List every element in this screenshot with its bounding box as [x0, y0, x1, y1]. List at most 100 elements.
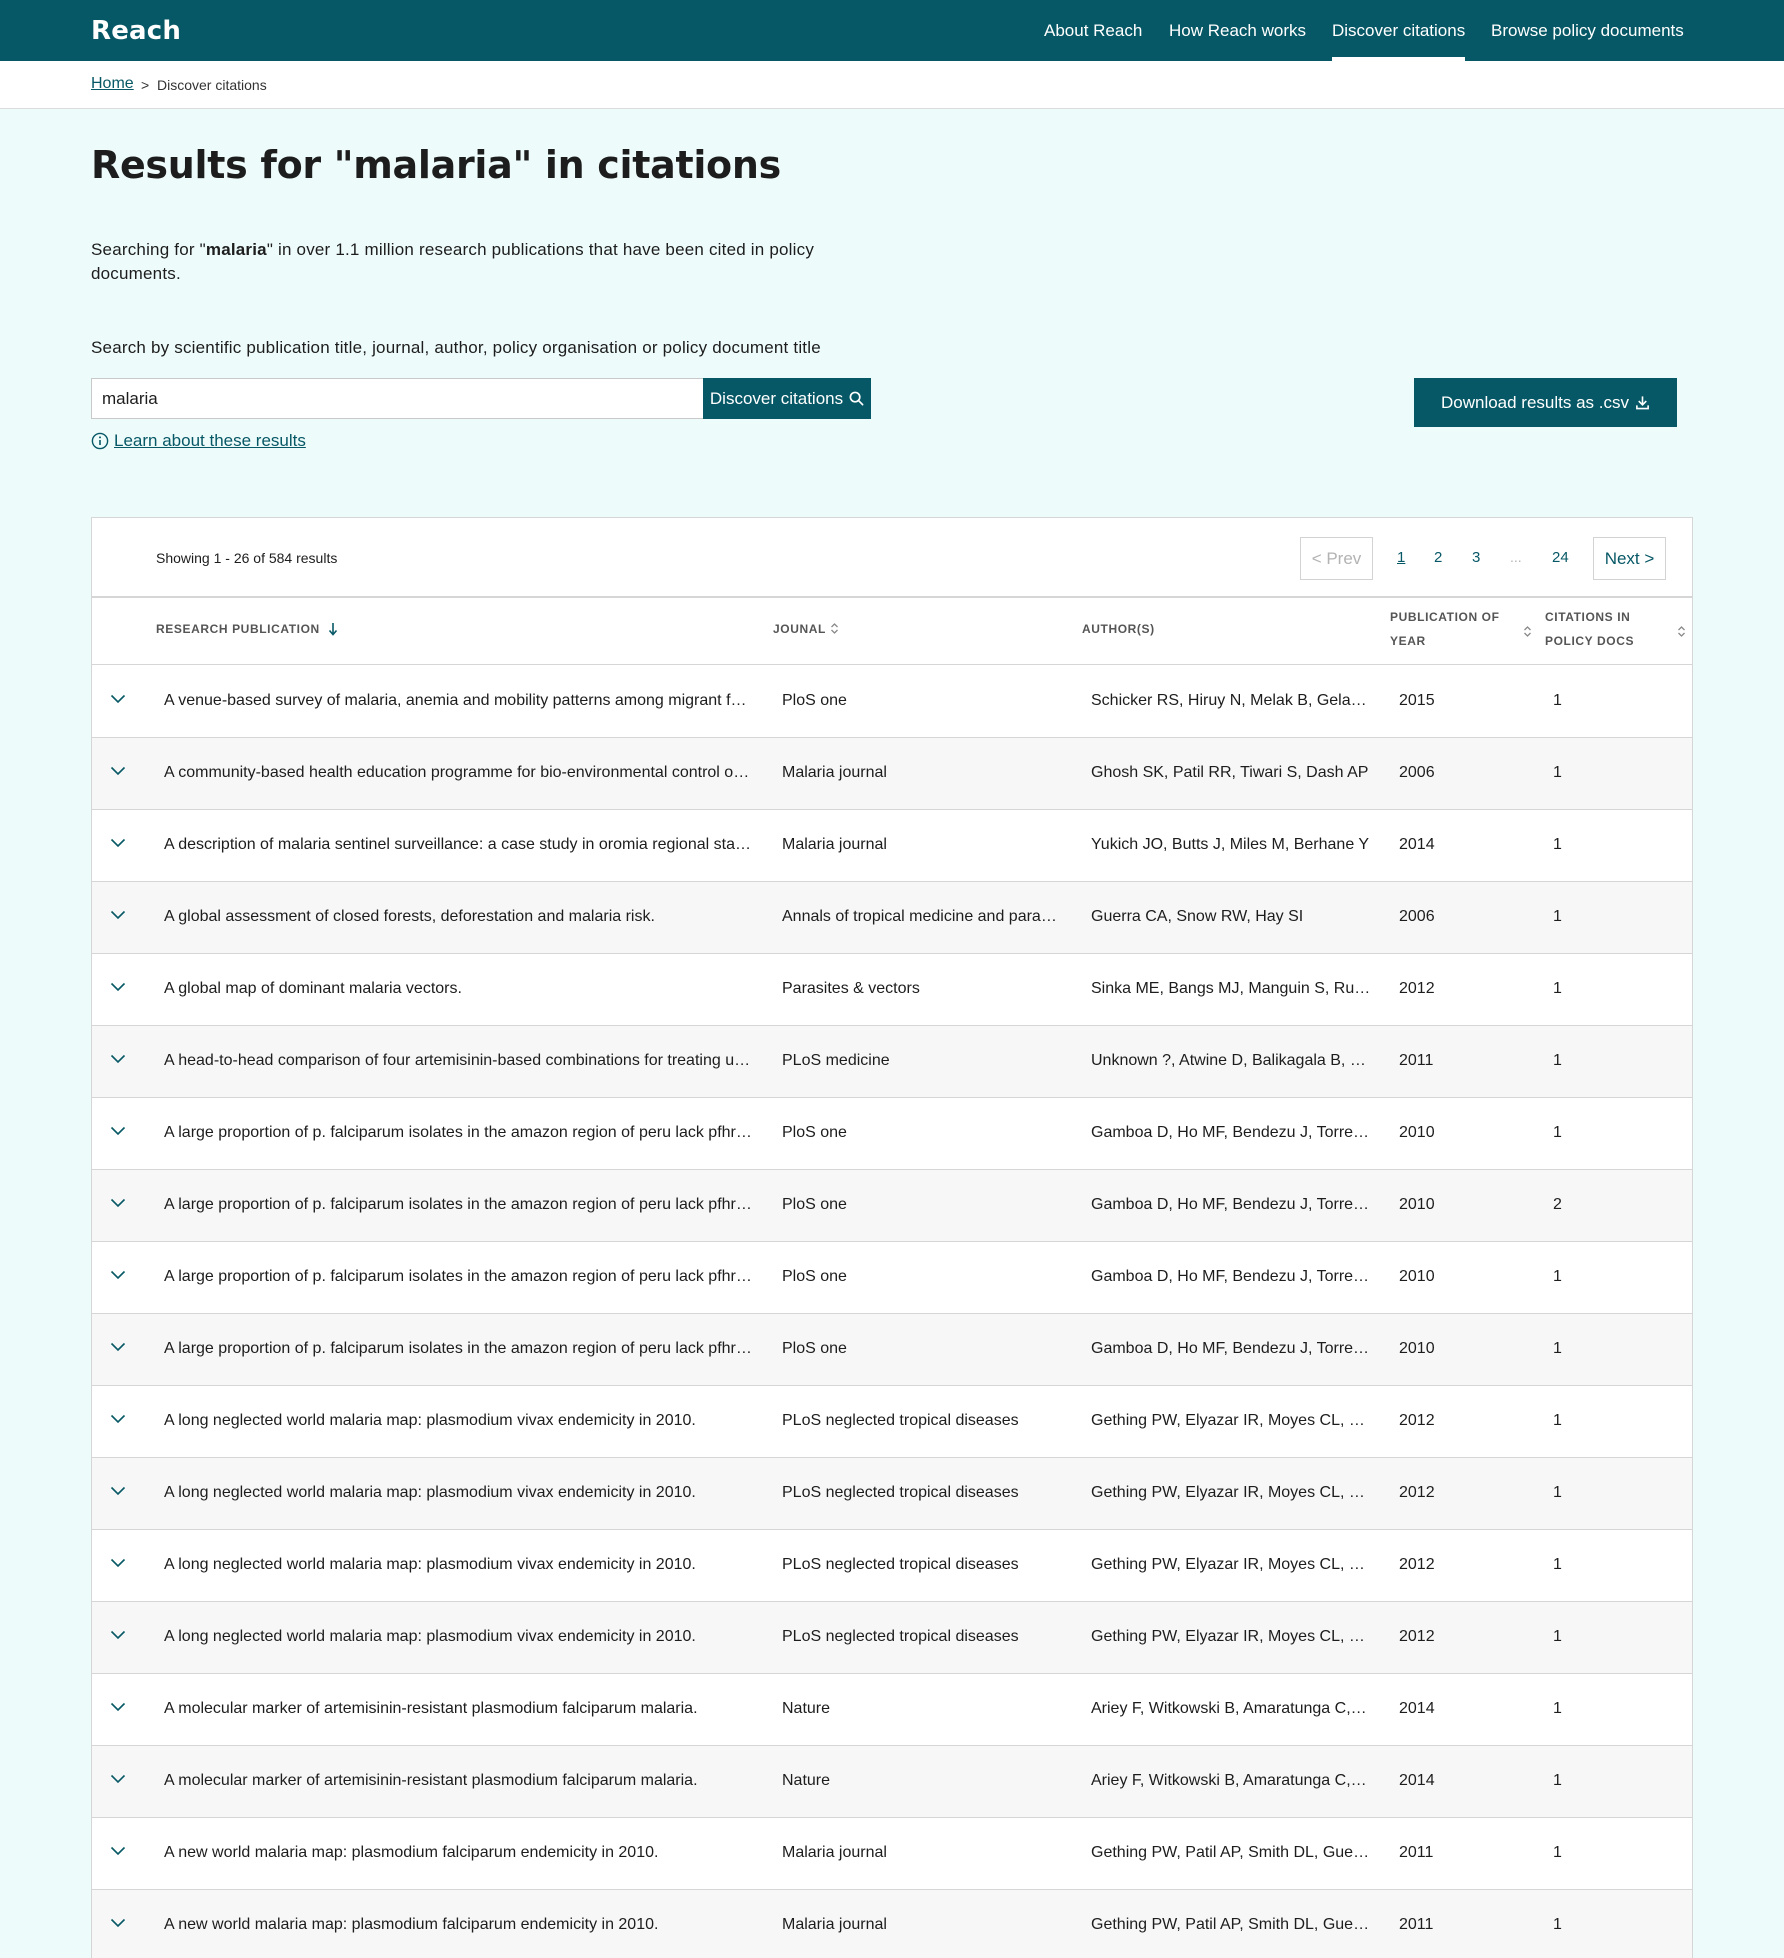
- chevron-down-icon[interactable]: [110, 910, 126, 920]
- authors: Gething PW, Patil AP, Smith DL, Guerra C…: [1091, 1916, 1371, 1933]
- authors: Yukich JO, Butts J, Miles M, Berhane Y: [1091, 836, 1370, 853]
- chevron-down-icon[interactable]: [110, 1054, 126, 1064]
- table-row[interactable]: A community-based health education progr…: [92, 738, 1692, 810]
- authors: Gamboa D, Ho MF, Bendezu J, Torres K: [1091, 1340, 1371, 1357]
- journal-name: Nature: [782, 1772, 831, 1789]
- chevron-down-icon[interactable]: [110, 1126, 126, 1136]
- pagination-page-3[interactable]: 3: [1472, 549, 1480, 566]
- column-header-year[interactable]: PUBLICATION OF YEAR: [1390, 605, 1500, 653]
- table-row[interactable]: A new world malaria map: plasmodium falc…: [92, 1890, 1692, 1958]
- table-row[interactable]: A head-to-head comparison of four artemi…: [92, 1026, 1692, 1098]
- table-row[interactable]: A large proportion of p. falciparum isol…: [92, 1170, 1692, 1242]
- discover-citations-button[interactable]: Discover citations: [703, 378, 871, 419]
- brand-logo[interactable]: Reach: [91, 16, 181, 46]
- nav-how-reach-works[interactable]: How Reach works: [1169, 21, 1306, 41]
- chevron-down-icon[interactable]: [110, 1414, 126, 1424]
- chevron-down-icon[interactable]: [110, 838, 126, 848]
- publication-title[interactable]: A molecular marker of artemisinin-resist…: [164, 1772, 752, 1790]
- chevron-down-icon[interactable]: [110, 1846, 126, 1856]
- chevron-down-icon[interactable]: [110, 1342, 126, 1352]
- sort-toggle-icon[interactable]: [1677, 625, 1686, 638]
- publication-title[interactable]: A global assessment of closed forests, d…: [164, 908, 752, 926]
- nav-discover-citations[interactable]: Discover citations: [1332, 21, 1466, 61]
- publication-title[interactable]: A description of malaria sentinel survei…: [164, 836, 752, 854]
- chevron-down-icon[interactable]: [110, 982, 126, 992]
- table-row[interactable]: A global map of dominant malaria vectors…: [92, 954, 1692, 1026]
- journal-name: PloS one: [782, 1124, 847, 1141]
- citation-count: 1: [1553, 980, 1562, 997]
- table-row[interactable]: A long neglected world malaria map: plas…: [92, 1530, 1692, 1602]
- publication-title[interactable]: A large proportion of p. falciparum isol…: [164, 1340, 752, 1358]
- column-header-authors: AUTHOR(S): [1082, 622, 1155, 636]
- breadcrumb-home-link[interactable]: Home: [91, 75, 134, 93]
- citation-count: 1: [1553, 1124, 1562, 1141]
- results-count: Showing 1 - 26 of 584 results: [156, 550, 338, 566]
- table-row[interactable]: A long neglected world malaria map: plas…: [92, 1602, 1692, 1674]
- chevron-down-icon[interactable]: [110, 1558, 126, 1568]
- journal-name: PLoS neglected tropical diseases: [782, 1412, 1019, 1429]
- citation-count: 1: [1553, 1052, 1562, 1069]
- chevron-down-icon[interactable]: [110, 1486, 126, 1496]
- publication-title[interactable]: A molecular marker of artemisinin-resist…: [164, 1700, 752, 1718]
- pagination-page-2[interactable]: 2: [1434, 549, 1442, 566]
- column-header-citations[interactable]: CITATIONS IN POLICY DOCS: [1545, 605, 1634, 653]
- table-row[interactable]: A molecular marker of artemisinin-resist…: [92, 1746, 1692, 1818]
- top-navigation-bar: Reach About Reach How Reach works Discov…: [0, 0, 1784, 61]
- table-row[interactable]: A global assessment of closed forests, d…: [92, 882, 1692, 954]
- table-row[interactable]: A long neglected world malaria map: plas…: [92, 1386, 1692, 1458]
- chevron-down-icon[interactable]: [110, 694, 126, 704]
- journal-name: PLoS neglected tropical diseases: [782, 1484, 1019, 1501]
- search-input[interactable]: [91, 378, 704, 419]
- publication-title[interactable]: A long neglected world malaria map: plas…: [164, 1412, 752, 1430]
- pagination-page-last[interactable]: 24: [1552, 549, 1569, 566]
- publication-title[interactable]: A large proportion of p. falciparum isol…: [164, 1196, 752, 1214]
- table-row[interactable]: A large proportion of p. falciparum isol…: [92, 1098, 1692, 1170]
- table-row[interactable]: A description of malaria sentinel survei…: [92, 810, 1692, 882]
- chevron-down-icon[interactable]: [110, 766, 126, 776]
- publication-title[interactable]: A new world malaria map: plasmodium falc…: [164, 1844, 752, 1862]
- publication-title[interactable]: A long neglected world malaria map: plas…: [164, 1628, 752, 1646]
- publication-title[interactable]: A long neglected world malaria map: plas…: [164, 1556, 752, 1574]
- pagination-page-1[interactable]: 1: [1397, 549, 1405, 566]
- pagination-prev-button[interactable]: < Prev: [1300, 537, 1373, 580]
- journal-name: PloS one: [782, 692, 847, 709]
- publication-title[interactable]: A venue-based survey of malaria, anemia …: [164, 692, 752, 710]
- column-header-journal[interactable]: JOUNAL: [773, 617, 839, 641]
- table-row[interactable]: A large proportion of p. falciparum isol…: [92, 1242, 1692, 1314]
- journal-name: Malaria journal: [782, 1844, 887, 1861]
- publication-title[interactable]: A large proportion of p. falciparum isol…: [164, 1124, 752, 1142]
- citation-count: 1: [1553, 1484, 1562, 1501]
- publication-title[interactable]: A community-based health education progr…: [164, 764, 752, 782]
- citation-count: 1: [1553, 692, 1562, 709]
- chevron-down-icon[interactable]: [110, 1198, 126, 1208]
- table-row[interactable]: A large proportion of p. falciparum isol…: [92, 1314, 1692, 1386]
- publication-title[interactable]: A head-to-head comparison of four artemi…: [164, 1052, 752, 1070]
- chevron-down-icon[interactable]: [110, 1774, 126, 1784]
- publication-title[interactable]: A global map of dominant malaria vectors…: [164, 980, 752, 998]
- pagination-next-button[interactable]: Next >: [1593, 537, 1666, 580]
- search-icon: [849, 391, 864, 406]
- sort-toggle-icon[interactable]: [1523, 625, 1532, 638]
- table-row[interactable]: A venue-based survey of malaria, anemia …: [92, 666, 1692, 738]
- download-csv-button[interactable]: Download results as .csv: [1414, 378, 1677, 427]
- breadcrumb-separator: >: [141, 77, 150, 93]
- column-header-citations-line2: POLICY DOCS: [1545, 634, 1635, 648]
- publication-title[interactable]: A large proportion of p. falciparum isol…: [164, 1268, 752, 1286]
- publication-year: 2010: [1399, 1124, 1435, 1141]
- publication-title[interactable]: A new world malaria map: plasmodium falc…: [164, 1916, 752, 1934]
- nav-browse-policy-documents[interactable]: Browse policy documents: [1491, 21, 1684, 41]
- journal-name: PloS one: [782, 1268, 847, 1285]
- chevron-down-icon[interactable]: [110, 1270, 126, 1280]
- column-header-publication[interactable]: RESEARCH PUBLICATION: [156, 617, 337, 641]
- chevron-down-icon[interactable]: [110, 1702, 126, 1712]
- nav-about-reach[interactable]: About Reach: [1044, 21, 1142, 41]
- chevron-down-icon[interactable]: [110, 1630, 126, 1640]
- chevron-down-icon[interactable]: [110, 1918, 126, 1928]
- table-row[interactable]: A new world malaria map: plasmodium falc…: [92, 1818, 1692, 1890]
- publication-title[interactable]: A long neglected world malaria map: plas…: [164, 1484, 752, 1502]
- journal-name: PLoS medicine: [782, 1052, 890, 1069]
- learn-about-results-link[interactable]: Learn about these results: [91, 431, 306, 451]
- publication-year: 2010: [1399, 1268, 1435, 1285]
- table-row[interactable]: A molecular marker of artemisinin-resist…: [92, 1674, 1692, 1746]
- table-row[interactable]: A long neglected world malaria map: plas…: [92, 1458, 1692, 1530]
